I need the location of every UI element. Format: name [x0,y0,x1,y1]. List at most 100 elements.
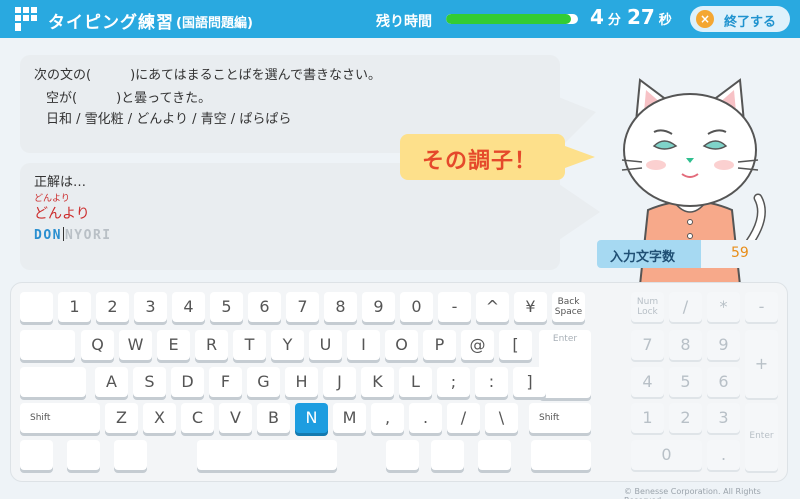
key-v[interactable]: V [219,403,252,433]
numpad-key-divide[interactable]: / [669,292,702,322]
timer-minutes: 4 [590,5,604,29]
key-u[interactable]: U [309,330,342,360]
key-space[interactable] [197,440,337,470]
numpad-key-enter[interactable]: Enter [745,403,778,471]
numpad-key-4[interactable]: 4 [631,367,664,397]
key-8[interactable]: 8 [324,292,357,322]
key-1[interactable]: 1 [58,292,91,322]
key-semicolon[interactable]: ; [437,367,470,397]
key-caret[interactable]: ^ [476,292,509,322]
timer-seconds: 27 [626,5,655,29]
key-0[interactable]: 0 [400,292,433,322]
key-y[interactable]: Y [271,330,304,360]
key-shift-right[interactable]: Shift [529,403,591,433]
key-l[interactable]: L [399,367,432,397]
key-blank-bottom-5[interactable] [431,440,464,470]
key-back-space[interactable]: Back Space [552,292,585,322]
numpad-key-8[interactable]: 8 [669,330,702,360]
question-choices: 日和 / 雪化粧 / どんより / 青空 / ぱらぱら [46,112,292,127]
question-sentence: 空が( )と曇ってきた。 [46,91,212,106]
key-open-bracket[interactable]: [ [499,330,532,360]
key-z[interactable]: Z [105,403,138,433]
key-4[interactable]: 4 [172,292,205,322]
key-minus[interactable]: - [438,292,471,322]
key-blank-bottom-6[interactable] [478,440,511,470]
key-blank-bottom-2[interactable] [114,440,147,470]
text-cursor [62,227,64,241]
key-d[interactable]: D [171,367,204,397]
key-f[interactable]: F [209,367,242,397]
key-comma[interactable]: , [371,403,404,433]
key-3[interactable]: 3 [134,292,167,322]
remaining-text: NYORI [64,228,112,243]
key-blank-r3[interactable] [20,367,86,397]
key-e[interactable]: E [157,330,190,360]
praise-text: その調子！ [422,149,538,174]
key-k[interactable]: K [361,367,394,397]
header-bar: タイピング練習 (国語問題編) 残り時間 4 分 27 秒 × 終了する [0,0,800,38]
key-enter[interactable]: Enter [539,330,591,398]
time-progress-bar [446,14,578,24]
numpad-key-7[interactable]: 7 [631,330,664,360]
key-t[interactable]: T [233,330,266,360]
time-progress-fill [446,14,572,24]
key-q[interactable]: Q [81,330,114,360]
key-7[interactable]: 7 [286,292,319,322]
numpad-key-2[interactable]: 2 [669,403,702,433]
key-backslash[interactable]: \ [485,403,518,433]
numpad-key-numlock[interactable]: Num Lock [631,292,664,322]
key-blank-r1[interactable] [20,292,53,322]
key-6[interactable]: 6 [248,292,281,322]
key-o[interactable]: O [385,330,418,360]
numpad-key-decimal[interactable]: . [707,440,740,470]
app-logo-icon [15,7,37,31]
key-shift-left[interactable]: Shift [20,403,100,433]
typed-text: DON [34,228,62,243]
numpad-key-6[interactable]: 6 [707,367,740,397]
key-slash[interactable]: / [447,403,480,433]
key-n[interactable]: N [295,403,328,433]
key-h[interactable]: H [285,367,318,397]
numpad-key-multiply[interactable]: * [707,292,740,322]
numpad-key-0[interactable]: 0 [631,440,702,470]
key-b[interactable]: B [257,403,290,433]
key-close-bracket[interactable]: ] [513,367,546,397]
key-m[interactable]: M [333,403,366,433]
key-p[interactable]: P [423,330,456,360]
key-at[interactable]: @ [461,330,494,360]
key-a[interactable]: A [95,367,128,397]
key-w[interactable]: W [119,330,152,360]
key-2[interactable]: 2 [96,292,129,322]
key-g[interactable]: G [247,367,280,397]
key-r[interactable]: R [195,330,228,360]
end-button[interactable]: × 終了する [690,6,790,32]
numpad-key-subtract[interactable]: - [745,292,778,322]
app-subtitle: (国語問題編) [176,16,253,31]
key-period[interactable]: . [409,403,442,433]
numpad-key-1[interactable]: 1 [631,403,664,433]
key-blank-bottom-7[interactable] [531,440,591,470]
counter-label: 入力文字数 [597,240,701,268]
key-s[interactable]: S [133,367,166,397]
numpad-key-add[interactable]: + [745,330,778,398]
timer-seconds-unit: 秒 [658,13,672,28]
key-colon[interactable]: : [475,367,508,397]
key-5[interactable]: 5 [210,292,243,322]
key-yen[interactable]: ¥ [514,292,547,322]
numpad-key-9[interactable]: 9 [707,330,740,360]
key-blank-bottom-4[interactable] [386,440,419,470]
key-i[interactable]: I [347,330,380,360]
key-blank-bottom-1[interactable] [67,440,100,470]
typing-line[interactable]: DON NYORI [34,227,112,243]
app-title: タイピング練習 [48,13,174,33]
answer-text: どんより [34,206,90,222]
key-9[interactable]: 9 [362,292,395,322]
key-blank-r2[interactable] [20,330,75,360]
numpad-key-5[interactable]: 5 [669,367,702,397]
key-j[interactable]: J [323,367,356,397]
numpad-key-3[interactable]: 3 [707,403,740,433]
question-instruction: 次の文の( )にあてはまることばを選んで書きなさい。 [34,68,381,83]
key-c[interactable]: C [181,403,214,433]
key-x[interactable]: X [143,403,176,433]
key-blank-bottom-0[interactable] [20,440,53,470]
